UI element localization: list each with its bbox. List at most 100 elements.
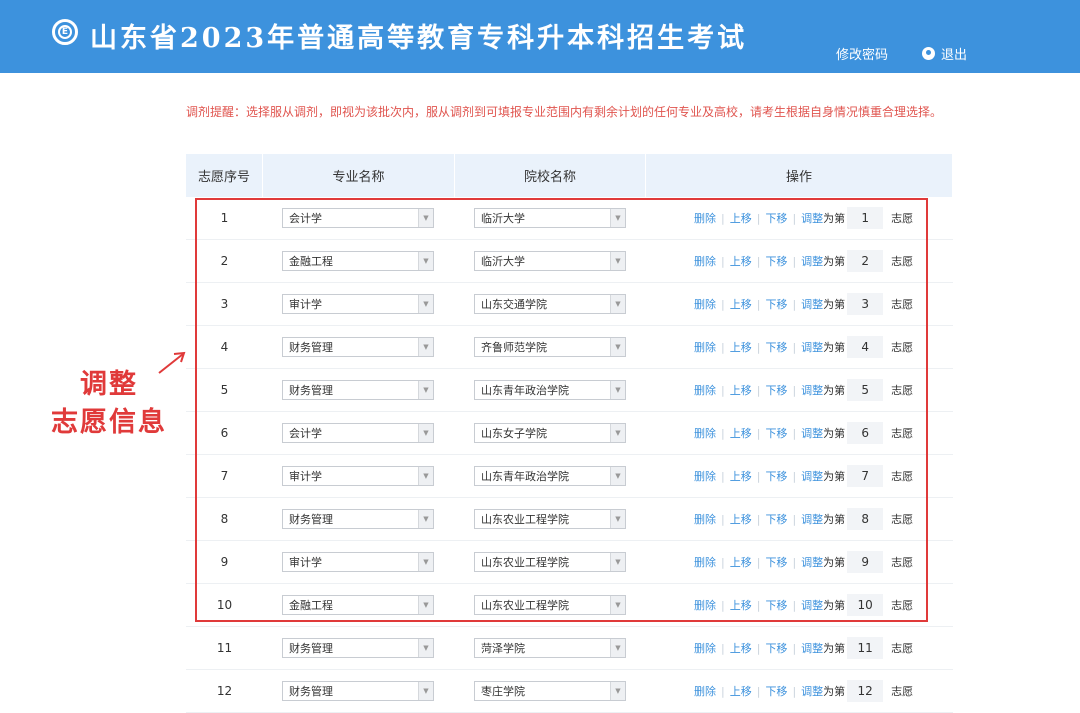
separator: |	[756, 211, 761, 225]
school-select[interactable]: 山东农业工程学院 ▼	[474, 595, 626, 615]
move-down-link[interactable]: 下移	[765, 382, 787, 398]
school-select[interactable]: 齐鲁师范学院 ▼	[474, 337, 626, 357]
school-select[interactable]: 山东青年政治学院 ▼	[474, 466, 626, 486]
separator: |	[756, 297, 761, 311]
move-up-link[interactable]: 上移	[730, 640, 752, 656]
move-down-link[interactable]: 下移	[765, 425, 787, 441]
adjust-link[interactable]: 调整	[801, 554, 823, 570]
school-cell: 山东女子学院 ▼	[455, 412, 646, 454]
move-up-link[interactable]: 上移	[730, 597, 752, 613]
adjust-link[interactable]: 调整	[801, 210, 823, 226]
delete-link[interactable]: 删除	[694, 597, 716, 613]
adjust-link[interactable]: 调整	[801, 425, 823, 441]
rank-input[interactable]: 8	[847, 508, 884, 530]
delete-link[interactable]: 删除	[694, 382, 716, 398]
move-up-link[interactable]: 上移	[730, 253, 752, 269]
major-select[interactable]: 会计学 ▼	[282, 208, 434, 228]
rank-input[interactable]: 2	[847, 250, 884, 272]
move-down-link[interactable]: 下移	[765, 597, 787, 613]
major-select[interactable]: 财务管理 ▼	[282, 380, 434, 400]
move-down-link[interactable]: 下移	[765, 511, 787, 527]
separator: |	[721, 340, 725, 354]
major-select[interactable]: 财务管理 ▼	[282, 509, 434, 529]
move-up-link[interactable]: 上移	[730, 296, 752, 312]
move-down-link[interactable]: 下移	[765, 640, 787, 656]
move-down-link[interactable]: 下移	[765, 554, 787, 570]
move-up-link[interactable]: 上移	[730, 382, 752, 398]
school-select[interactable]: 临沂大学 ▼	[474, 208, 626, 228]
major-select[interactable]: 财务管理 ▼	[282, 638, 434, 658]
major-select[interactable]: 金融工程 ▼	[282, 251, 434, 271]
adjust-link[interactable]: 调整	[801, 511, 823, 527]
table-header: 志愿序号 专业名称 院校名称 操作	[186, 154, 953, 197]
chevron-down-icon: ▼	[418, 596, 433, 614]
major-select[interactable]: 会计学 ▼	[282, 423, 434, 443]
move-up-link[interactable]: 上移	[730, 511, 752, 527]
major-select[interactable]: 审计学 ▼	[282, 466, 434, 486]
school-value: 山东农业工程学院	[481, 513, 569, 526]
delete-link[interactable]: 删除	[694, 253, 716, 269]
move-down-link[interactable]: 下移	[765, 296, 787, 312]
adjust-link[interactable]: 调整	[801, 253, 823, 269]
delete-link[interactable]: 删除	[694, 640, 716, 656]
chevron-down-icon: ▼	[418, 639, 433, 657]
rank-input[interactable]: 9	[847, 551, 884, 573]
school-select[interactable]: 山东交通学院 ▼	[474, 294, 626, 314]
move-down-link[interactable]: 下移	[765, 253, 787, 269]
rank-prefix: 为第	[823, 685, 846, 698]
move-up-link[interactable]: 上移	[730, 425, 752, 441]
ops-cell: 删除 | 上移 | 下移 | 调整 为第 4 志愿	[646, 326, 953, 368]
logout-link[interactable]: 退出	[922, 44, 967, 63]
chevron-down-icon: ▼	[610, 295, 625, 313]
major-select[interactable]: 审计学 ▼	[282, 294, 434, 314]
move-up-link[interactable]: 上移	[730, 554, 752, 570]
rank-input[interactable]: 12	[847, 680, 884, 702]
move-down-link[interactable]: 下移	[765, 339, 787, 355]
adjust-link[interactable]: 调整	[801, 296, 823, 312]
delete-link[interactable]: 删除	[694, 339, 716, 355]
adjust-link[interactable]: 调整	[801, 339, 823, 355]
adjust-link[interactable]: 调整	[801, 640, 823, 656]
move-up-link[interactable]: 上移	[730, 339, 752, 355]
rank-input[interactable]: 1	[847, 207, 884, 229]
major-value: 财务管理	[289, 642, 333, 655]
separator: |	[721, 512, 725, 526]
rank-input[interactable]: 4	[847, 336, 884, 358]
move-up-link[interactable]: 上移	[730, 468, 752, 484]
school-select[interactable]: 菏泽学院 ▼	[474, 638, 626, 658]
delete-link[interactable]: 删除	[694, 210, 716, 226]
adjust-link[interactable]: 调整	[801, 468, 823, 484]
adjust-link[interactable]: 调整	[801, 683, 823, 699]
delete-link[interactable]: 删除	[694, 511, 716, 527]
school-select[interactable]: 枣庄学院 ▼	[474, 681, 626, 701]
school-select[interactable]: 山东农业工程学院 ▼	[474, 552, 626, 572]
school-select[interactable]: 山东女子学院 ▼	[474, 423, 626, 443]
major-select[interactable]: 金融工程 ▼	[282, 595, 434, 615]
rank-input[interactable]: 3	[847, 293, 884, 315]
delete-link[interactable]: 删除	[694, 683, 716, 699]
move-down-link[interactable]: 下移	[765, 683, 787, 699]
delete-link[interactable]: 删除	[694, 554, 716, 570]
rank-input[interactable]: 11	[847, 637, 884, 659]
major-select[interactable]: 审计学 ▼	[282, 552, 434, 572]
rank-input[interactable]: 6	[847, 422, 884, 444]
move-up-link[interactable]: 上移	[730, 683, 752, 699]
adjust-link[interactable]: 调整	[801, 382, 823, 398]
rank-input[interactable]: 5	[847, 379, 884, 401]
major-select[interactable]: 财务管理 ▼	[282, 337, 434, 357]
delete-link[interactable]: 删除	[694, 468, 716, 484]
change-password-link[interactable]: 修改密码	[836, 44, 888, 63]
school-select[interactable]: 临沂大学 ▼	[474, 251, 626, 271]
school-select[interactable]: 山东青年政治学院 ▼	[474, 380, 626, 400]
move-down-link[interactable]: 下移	[765, 468, 787, 484]
school-value: 临沂大学	[481, 212, 525, 225]
adjust-link[interactable]: 调整	[801, 597, 823, 613]
rank-input[interactable]: 7	[847, 465, 884, 487]
move-down-link[interactable]: 下移	[765, 210, 787, 226]
school-select[interactable]: 山东农业工程学院 ▼	[474, 509, 626, 529]
move-up-link[interactable]: 上移	[730, 210, 752, 226]
major-select[interactable]: 财务管理 ▼	[282, 681, 434, 701]
delete-link[interactable]: 删除	[694, 296, 716, 312]
rank-input[interactable]: 10	[847, 594, 884, 616]
delete-link[interactable]: 删除	[694, 425, 716, 441]
